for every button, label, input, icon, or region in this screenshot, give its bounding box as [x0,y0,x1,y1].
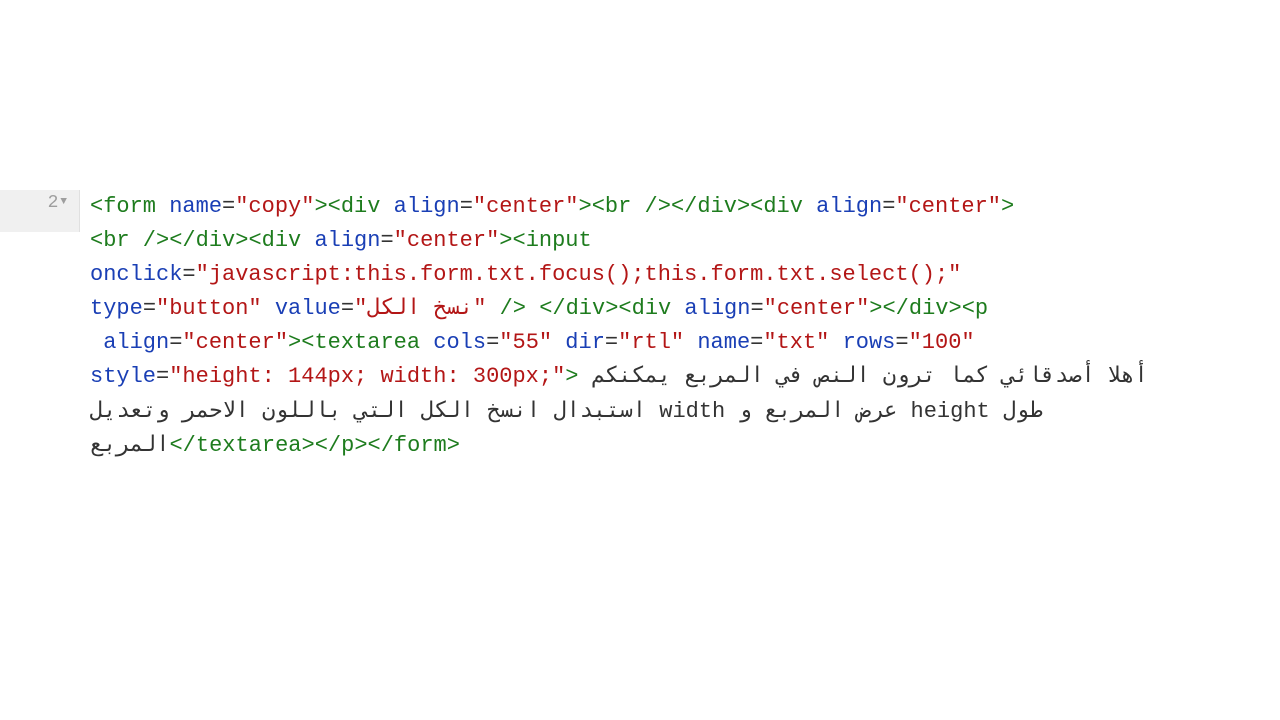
tag-div-close: </div> [882,296,961,321]
code-area[interactable]: <form name="copy"><div align="center"><b… [80,190,1225,463]
attr-align: align [380,194,459,219]
code-editor: 2▼ <form name="copy"><div align="center"… [0,0,1280,463]
tag-input: <input [513,228,592,253]
val-button: "button" [156,296,262,321]
tag-div-close: </div> [169,228,248,253]
line-gutter: 2▼ [0,190,80,232]
tag-p-open: <p [962,296,988,321]
attr-rows: rows [829,330,895,355]
tag-div-open: <div [248,228,301,253]
val-copy-all: نسخ الكل [367,296,473,321]
gutter-line-2: 2▼ [0,190,67,224]
attr-value: value [262,296,341,321]
attr-name: name [156,194,222,219]
tag-div-open: <div [328,194,381,219]
code-line[interactable]: <form name="copy"><div align="center"><b… [90,190,1220,463]
tag-p-close: </p> [315,433,368,458]
tag-form-open: <form [90,194,156,219]
attr-type: type [90,296,143,321]
val-copy: "copy" [235,194,314,219]
fold-icon[interactable]: ▼ [58,196,67,208]
attr-style: style [90,364,156,389]
attr-dir: dir [552,330,605,355]
tag-textarea-close: </textarea> [169,433,314,458]
tag-br: <br /> [592,194,671,219]
attr-onclick: onclick [90,262,182,287]
tag-br: <br /> [90,228,169,253]
tag-div-open: <div [618,296,671,321]
tag-textarea-open: <textarea [301,330,420,355]
attr-name: name [684,330,750,355]
val-onclick: "javascript:this.form.txt.focus();this.f… [196,262,962,287]
tag-div-close: </div> [539,296,618,321]
attr-cols: cols [420,330,486,355]
val-style: "height: 144px; width: 300px;" [169,364,565,389]
val-center: "center" [473,194,579,219]
line-number: 2 [48,193,59,213]
tag-div-close: </div> [671,194,750,219]
attr-align: align [90,330,169,355]
tag-form-close: </form> [368,433,460,458]
tag-div-open: <div [750,194,803,219]
